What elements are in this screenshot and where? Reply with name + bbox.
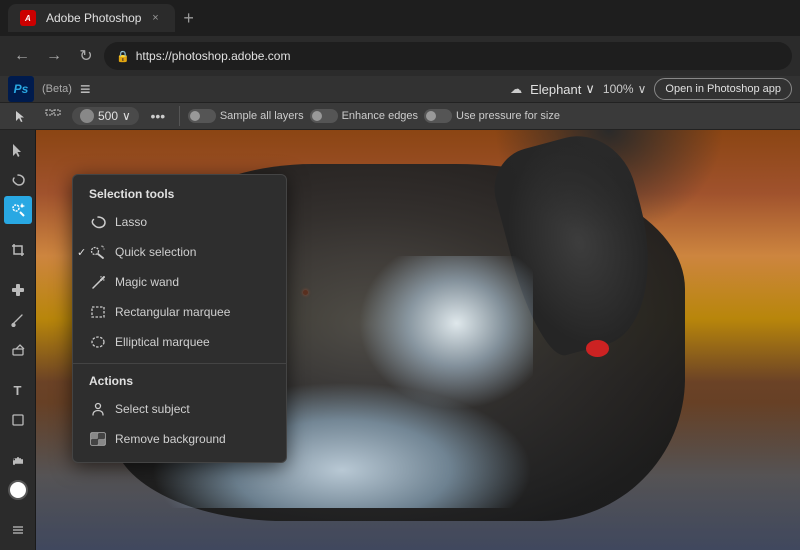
brush-preview xyxy=(80,109,94,123)
tool-hand[interactable] xyxy=(4,446,32,474)
pressure-toggle-dot xyxy=(426,111,436,121)
pressure-label: Use pressure for size xyxy=(456,110,560,122)
cloud-icon: ☁ xyxy=(510,82,522,96)
rectangular-marquee-item[interactable]: Rectangular marquee xyxy=(73,297,286,327)
tool-quick-select[interactable] xyxy=(4,196,32,224)
magic-wand-item[interactable]: Magic wand xyxy=(73,267,286,297)
elephant-top xyxy=(494,130,723,235)
ps-cloud: ☁ xyxy=(510,82,522,96)
ps-options-toolbar: 500 ∨ ••• Sample all layers Enhance edge… xyxy=(0,103,800,130)
pressure-toggle[interactable]: Use pressure for size xyxy=(424,109,560,123)
back-button[interactable]: ← xyxy=(8,42,36,70)
water-drops xyxy=(342,256,533,424)
quick-select-icon xyxy=(89,243,107,261)
elephant-mouth xyxy=(586,340,609,357)
zoom-chevron: ∨ xyxy=(638,82,647,96)
url-text: https://photoshop.adobe.com xyxy=(136,49,291,63)
move-tool-button[interactable] xyxy=(8,103,34,129)
actions-title: Actions xyxy=(73,370,286,394)
tool-select[interactable] xyxy=(4,136,32,164)
browser-tab-bar: A Adobe Photoshop × + xyxy=(0,0,800,36)
tool-eraser[interactable] xyxy=(4,336,32,364)
enhance-edges-toggle[interactable]: Enhance edges xyxy=(310,109,418,123)
selection-tools-dropdown: Selection tools Lasso xyxy=(72,174,287,463)
sample-layers-label: Sample all layers xyxy=(220,110,304,122)
select-subject-label: Select subject xyxy=(115,402,190,416)
zoom-value: 100% xyxy=(603,82,634,96)
tab-title: Adobe Photoshop xyxy=(46,11,141,25)
ps-menu-button[interactable]: ≡ xyxy=(80,79,91,100)
refresh-button[interactable]: ↻ xyxy=(72,42,100,70)
ps-zoom[interactable]: 100% ∨ xyxy=(603,82,647,96)
lock-icon: 🔒 xyxy=(116,50,130,63)
tool-crop[interactable] xyxy=(4,236,32,264)
brush-size-chevron: ∨ xyxy=(122,109,131,123)
brush-size-value: 500 xyxy=(98,109,118,123)
filename-chevron: ∨ xyxy=(585,81,595,97)
selection-tools-title: Selection tools xyxy=(73,183,286,207)
select-subject-item[interactable]: Select subject xyxy=(73,394,286,424)
new-tab-button[interactable]: + xyxy=(179,8,198,29)
select-subject-icon xyxy=(89,400,107,418)
lasso-label: Lasso xyxy=(115,215,147,229)
ps-logo: Ps xyxy=(8,76,34,102)
filename-text: Elephant xyxy=(530,82,581,97)
dropdown-divider xyxy=(73,363,286,364)
magic-wand-label: Magic wand xyxy=(115,275,179,289)
tool-extra[interactable] xyxy=(4,516,32,544)
browser-window: A Adobe Photoshop × + ← → ↻ 🔒 https://ph… xyxy=(0,0,800,76)
sample-layers-toggle-oval[interactable] xyxy=(188,109,216,123)
quick-selection-label: Quick selection xyxy=(115,245,196,259)
svg-text:A: A xyxy=(24,14,31,23)
ps-beta-label: (Beta) xyxy=(42,83,72,95)
ps-header: Ps (Beta) ≡ ☁ Elephant ∨ 100% ∨ Open in … xyxy=(0,76,800,103)
address-bar[interactable]: 🔒 https://photoshop.adobe.com xyxy=(104,42,792,70)
remove-bg-icon xyxy=(89,430,107,448)
quick-selection-item[interactable]: Quick selection xyxy=(73,237,286,267)
elliptical-marquee-item[interactable]: Elliptical marquee xyxy=(73,327,286,357)
ps-filename[interactable]: Elephant ∨ xyxy=(530,81,595,97)
more-options-button[interactable]: ••• xyxy=(145,103,171,129)
brush-size-control[interactable]: 500 ∨ xyxy=(72,107,139,125)
lasso-icon xyxy=(89,213,107,231)
forward-button[interactable]: → xyxy=(40,42,68,70)
tool-brush[interactable] xyxy=(4,306,32,334)
tool-type[interactable]: T xyxy=(4,376,32,404)
enhance-edges-toggle-dot xyxy=(312,111,322,121)
elliptical-marquee-label: Elliptical marquee xyxy=(115,335,210,349)
browser-nav-bar: ← → ↻ 🔒 https://photoshop.adobe.com xyxy=(0,36,800,76)
tab-favicon: A xyxy=(20,10,36,26)
open-in-photoshop-button[interactable]: Open in Photoshop app xyxy=(654,78,792,100)
tab-close-button[interactable]: × xyxy=(147,10,163,26)
sample-layers-toggle[interactable]: Sample all layers xyxy=(188,109,304,123)
ps-tools-panel: T xyxy=(0,130,36,550)
tool-shape[interactable] xyxy=(4,406,32,434)
remove-background-label: Remove background xyxy=(115,432,226,446)
ps-canvas[interactable]: Selection tools Lasso xyxy=(36,130,800,550)
enhance-edges-toggle-oval[interactable] xyxy=(310,109,338,123)
enhance-edges-label: Enhance edges xyxy=(342,110,418,122)
ps-main-area: T xyxy=(0,130,800,550)
toolbar-separator xyxy=(179,106,180,126)
active-tab[interactable]: A Adobe Photoshop × xyxy=(8,4,175,32)
photoshop-app: Ps (Beta) ≡ ☁ Elephant ∨ 100% ∨ Open in … xyxy=(0,76,800,533)
tool-healing[interactable] xyxy=(4,276,32,304)
remove-background-item[interactable]: Remove background xyxy=(73,424,286,454)
ellip-marquee-icon xyxy=(89,333,107,351)
tool-color-swatch[interactable] xyxy=(4,476,32,504)
rectangular-marquee-label: Rectangular marquee xyxy=(115,305,230,319)
magic-wand-icon xyxy=(89,273,107,291)
selection-grid-button[interactable] xyxy=(40,103,66,129)
tool-lasso[interactable] xyxy=(4,166,32,194)
rect-marquee-icon xyxy=(89,303,107,321)
lasso-tool-item[interactable]: Lasso xyxy=(73,207,286,237)
pressure-toggle-oval[interactable] xyxy=(424,109,452,123)
sample-layers-toggle-dot xyxy=(190,111,200,121)
